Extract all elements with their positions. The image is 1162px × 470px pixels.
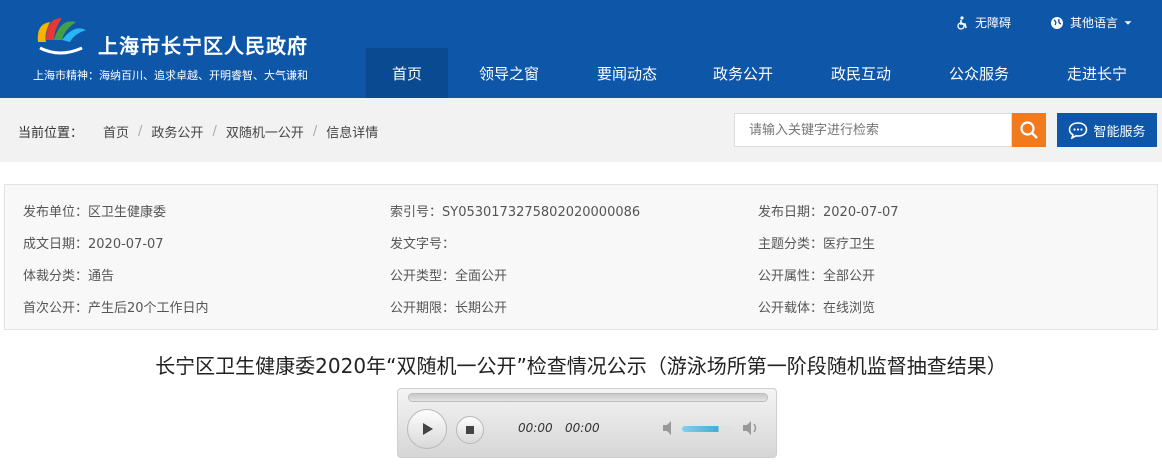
meta-open-period: 公开期限：长期公开: [390, 301, 508, 316]
search-button[interactable]: [1012, 113, 1046, 147]
play-button[interactable]: [407, 409, 447, 449]
nav-leadership[interactable]: 领导之窗: [448, 48, 570, 98]
chat-bubble-icon: [1069, 122, 1088, 139]
volume-max-icon[interactable]: [741, 419, 761, 437]
breadcrumb-double-random[interactable]: 双随机一公开: [226, 122, 304, 141]
search-input[interactable]: [734, 113, 1012, 147]
caret-down-icon: [1124, 20, 1132, 25]
meta-first-open: 首次公开：产生后20个工作日内: [23, 301, 209, 316]
meta-topic: 主题分类：医疗卫生: [758, 237, 876, 252]
breadcrumb-bar: 当前位置： 首页 / 政务公开 / 双随机一公开 / 信息详情 智能服务: [0, 98, 1162, 162]
smart-service-button[interactable]: 智能服务: [1057, 113, 1157, 147]
play-icon: [423, 423, 433, 435]
breadcrumb-detail: 信息详情: [326, 126, 379, 141]
volume-slider[interactable]: [682, 426, 734, 432]
meta-document-number: 发文字号：: [390, 237, 456, 252]
nav-public-service[interactable]: 公众服务: [920, 48, 1038, 98]
meta-publisher: 发布单位：区卫生健康委: [23, 205, 167, 220]
site-header: 上海市长宁区人民政府 上海市精神：海纳百川、追求卓越、开明睿智、大气谦和 无障碍…: [0, 0, 1162, 98]
nav-interaction[interactable]: 政民互动: [802, 48, 920, 98]
nav-home[interactable]: 首页: [366, 48, 448, 98]
wheelchair-icon: [957, 15, 967, 30]
stop-button[interactable]: [456, 416, 484, 444]
district-logo[interactable]: [30, 12, 90, 58]
duration-time: 00:00: [565, 421, 600, 435]
breadcrumb-separator: /: [212, 124, 217, 139]
audio-player: 00:00 00:00: [397, 388, 777, 458]
document-metadata: 发布单位：区卫生健康委 索引号：SY0530173275802020000086…: [4, 184, 1158, 330]
breadcrumb-lead: 当前位置：: [18, 126, 84, 141]
breadcrumb-home[interactable]: 首页: [103, 122, 129, 141]
meta-open-type: 公开类型：全面公开: [390, 269, 508, 284]
site-title[interactable]: 上海市长宁区人民政府: [98, 30, 308, 59]
breadcrumb: 当前位置： 首页 / 政务公开 / 双随机一公开 / 信息详情: [18, 122, 378, 141]
meta-publish-date: 发布日期：2020-07-07: [758, 205, 899, 220]
accessibility-link[interactable]: 无障碍: [955, 14, 1011, 31]
language-label: 其他语言: [1070, 16, 1119, 30]
globe-icon: [1051, 16, 1063, 29]
city-slogan: 上海市精神：海纳百川、追求卓越、开明睿智、大气谦和: [33, 69, 308, 82]
search-icon: [1020, 121, 1038, 139]
document-title: 长宁区卫生健康委2020年“双随机一公开”检查情况公示（游泳场所第一阶段随机监督…: [155, 354, 1007, 378]
nav-about-changning[interactable]: 走进长宁: [1038, 48, 1156, 98]
audio-progress-bar[interactable]: [408, 393, 768, 402]
breadcrumb-separator: /: [138, 124, 143, 139]
main-nav: 首页 领导之窗 要闻动态 政务公开 政民互动 公众服务 走进长宁: [366, 48, 1156, 98]
smart-service-label: 智能服务: [1093, 124, 1146, 140]
breadcrumb-separator: /: [312, 124, 318, 139]
meta-index-number: 索引号：SY0530173275802020000086: [390, 205, 641, 220]
volume-mute-icon[interactable]: [661, 419, 679, 437]
meta-open-attribute: 公开属性：全部公开: [758, 269, 876, 284]
meta-created-date: 成文日期：2020-07-07: [23, 237, 164, 252]
accessibility-label: 无障碍: [975, 16, 1012, 30]
nav-government-affairs[interactable]: 政务公开: [684, 48, 802, 98]
language-dropdown[interactable]: 其他语言: [1050, 14, 1132, 31]
stop-icon: [466, 426, 474, 434]
current-time: 00:00: [518, 421, 553, 435]
breadcrumb-government-affairs[interactable]: 政务公开: [151, 122, 203, 141]
meta-genre: 体裁分类：通告: [23, 269, 115, 284]
meta-open-carrier: 公开载体：在线浏览: [758, 301, 876, 316]
nav-news[interactable]: 要闻动态: [570, 48, 684, 98]
